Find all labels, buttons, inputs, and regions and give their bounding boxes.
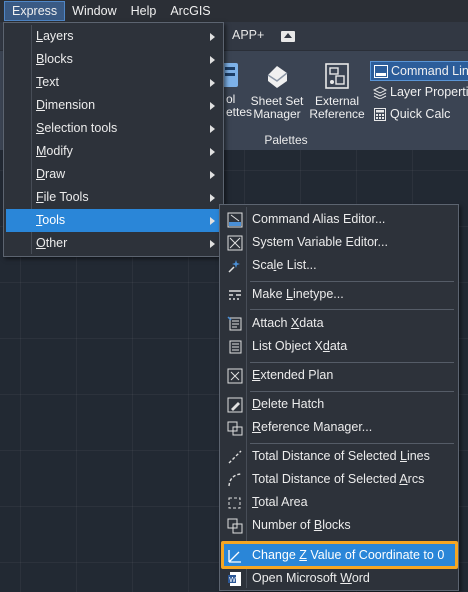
scale-list-icon (227, 258, 243, 274)
total-area-icon (227, 495, 243, 511)
calculator-icon (373, 107, 387, 121)
menu-arcgis[interactable]: ArcGIS (163, 1, 217, 21)
submenu-arrow-icon (210, 33, 215, 41)
submenu-arrow-icon (210, 194, 215, 202)
alias-editor-icon (227, 212, 243, 228)
menu-item-delete-hatch[interactable]: Delete Hatch (222, 393, 456, 416)
menu-item-selection-tools[interactable]: Selection tools (6, 117, 221, 140)
palettes-group-label: Palettes (264, 133, 308, 147)
layer-properties-icon (372, 85, 388, 100)
external-reference-label: External Reference (309, 94, 365, 121)
command-line-icon (374, 65, 388, 78)
svg-text:W: W (229, 576, 236, 584)
menu-item-tools[interactable]: Tools (6, 209, 221, 232)
minimize-ribbon-icon[interactable] (281, 31, 295, 42)
callout-highlight-box (221, 541, 458, 569)
layer-properties-label: Layer Properties (390, 85, 468, 99)
sheet-set-icon (262, 61, 292, 91)
submenu-arrow-icon (210, 56, 215, 64)
menu-item-blocks[interactable]: Blocks (6, 48, 221, 71)
menu-item-total-distance-arcs[interactable]: Total Distance of Selected Arcs (222, 468, 456, 491)
menu-item-file-tools[interactable]: File Tools (6, 186, 221, 209)
distance-lines-icon (227, 449, 243, 465)
menu-item-number-of-blocks[interactable]: Number of Blocks (222, 514, 456, 537)
tab-app-plus[interactable]: APP+ (232, 28, 264, 42)
menu-separator (250, 281, 454, 282)
sysvar-editor-icon (227, 235, 243, 251)
menu-item-make-linetype[interactable]: Make Linetype... (222, 283, 456, 306)
make-linetype-icon (227, 287, 243, 303)
command-line-label: Command Line (391, 64, 468, 78)
menu-separator (250, 362, 454, 363)
reference-manager-icon (227, 420, 243, 436)
sheet-set-manager-button[interactable]: Sheet Set Manager (248, 61, 306, 121)
submenu-arrow-icon (210, 125, 215, 133)
menu-item-modify[interactable]: Modify (6, 140, 221, 163)
menu-separator (250, 309, 454, 310)
menu-item-draw[interactable]: Draw (6, 163, 221, 186)
submenu-arrow-icon (210, 217, 215, 225)
menu-item-layers[interactable]: Layers (6, 25, 221, 48)
list-xdata-icon (227, 339, 243, 355)
quick-calc-label: Quick Calc (390, 107, 451, 121)
menu-item-reference-manager[interactable]: Reference Manager... (222, 416, 456, 439)
menu-express[interactable]: Express (4, 1, 66, 21)
word-icon: W (227, 571, 243, 587)
menu-item-text[interactable]: Text (6, 71, 221, 94)
menu-item-other[interactable]: Other (6, 232, 221, 255)
submenu-arrow-icon (210, 79, 215, 87)
number-of-blocks-icon (227, 518, 243, 534)
command-line-button[interactable]: Command Line (370, 61, 468, 81)
extended-plan-icon (227, 368, 243, 384)
submenu-arrow-icon (210, 148, 215, 156)
express-menu: Layers Blocks Text Dimension Selection t… (3, 22, 224, 257)
attach-xdata-icon (227, 316, 243, 332)
sheet-set-manager-label: Sheet Set Manager (250, 94, 304, 121)
menu-item-total-distance-lines[interactable]: Total Distance of Selected Lines (222, 445, 456, 468)
layer-properties-button[interactable]: Layer Properties (370, 82, 468, 102)
menu-item-dimension[interactable]: Dimension (6, 94, 221, 117)
delete-hatch-icon (227, 397, 243, 413)
menu-item-attach-xdata[interactable]: Attach Xdata (222, 312, 456, 335)
tools-submenu: Command Alias Editor... System Variable … (219, 204, 459, 591)
menu-item-system-variable-editor[interactable]: System Variable Editor... (222, 231, 456, 254)
menu-help[interactable]: Help (124, 1, 164, 21)
menu-item-extended-plan[interactable]: Extended Plan (222, 364, 456, 387)
menu-window[interactable]: Window (65, 1, 123, 21)
menu-item-command-alias-editor[interactable]: Command Alias Editor... (222, 208, 456, 231)
menu-item-scale-list[interactable]: Scale List... (222, 254, 456, 277)
submenu-arrow-icon (210, 240, 215, 248)
submenu-arrow-icon (210, 171, 215, 179)
menu-item-list-object-xdata[interactable]: List Object Xdata (222, 335, 456, 358)
submenu-arrow-icon (210, 102, 215, 110)
menu-separator (250, 443, 454, 444)
menu-separator (250, 391, 454, 392)
menu-bar: Express Window Help ArcGIS (0, 0, 468, 22)
external-reference-button[interactable]: External Reference (307, 61, 367, 121)
menu-item-total-area[interactable]: Total Area (222, 491, 456, 514)
external-reference-icon (322, 61, 352, 91)
quick-calc-button[interactable]: Quick Calc (370, 104, 450, 124)
menu-item-open-microsoft-word[interactable]: W Open Microsoft Word (222, 567, 456, 590)
distance-arcs-icon (227, 472, 243, 488)
